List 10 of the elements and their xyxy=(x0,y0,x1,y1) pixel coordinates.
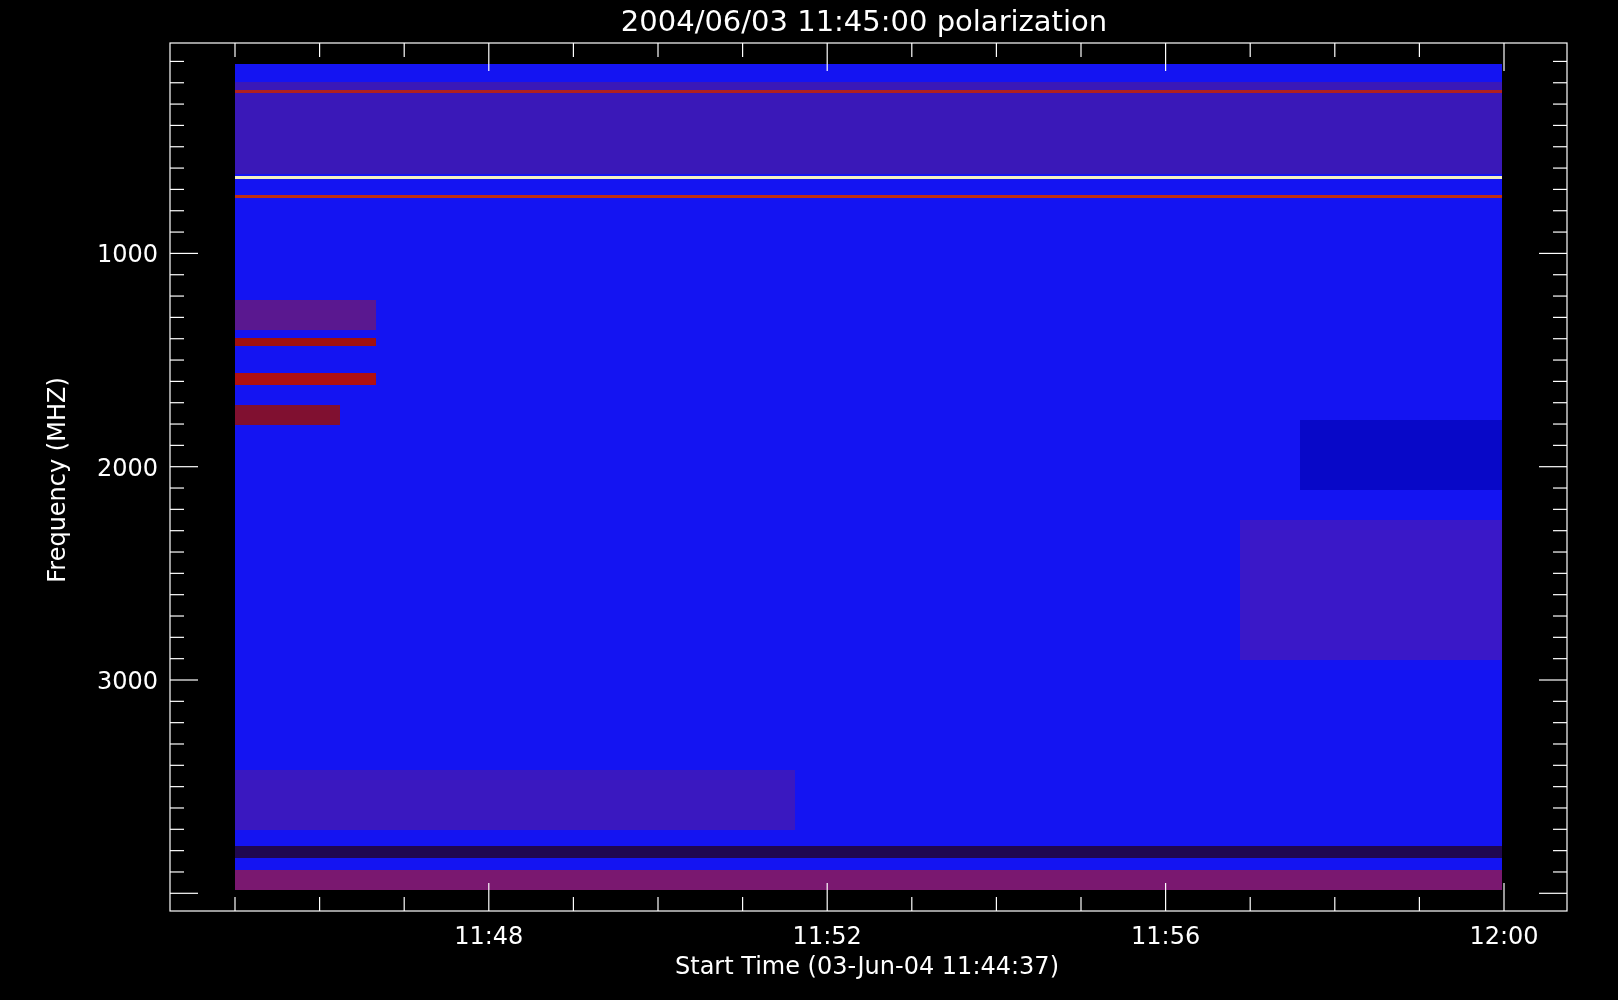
y-tick-label: 1000 xyxy=(96,240,158,269)
x-tick-label: 11:48 xyxy=(454,922,524,950)
y-axis-title: Frequency (MHZ) xyxy=(43,377,71,583)
chart-title: 2004/06/03 11:45:00 polarization xyxy=(620,4,1108,38)
x-tick-label: 11:56 xyxy=(1131,922,1201,950)
y-tick-label: 3000 xyxy=(96,667,158,695)
y-tick-label: 2000 xyxy=(96,453,158,482)
x-tick-label: 12:00 xyxy=(1469,922,1539,950)
x-tick-label: 11:52 xyxy=(792,922,862,950)
x-axis-title: Start Time (03-Jun-04 11:44:37) xyxy=(675,952,1059,980)
